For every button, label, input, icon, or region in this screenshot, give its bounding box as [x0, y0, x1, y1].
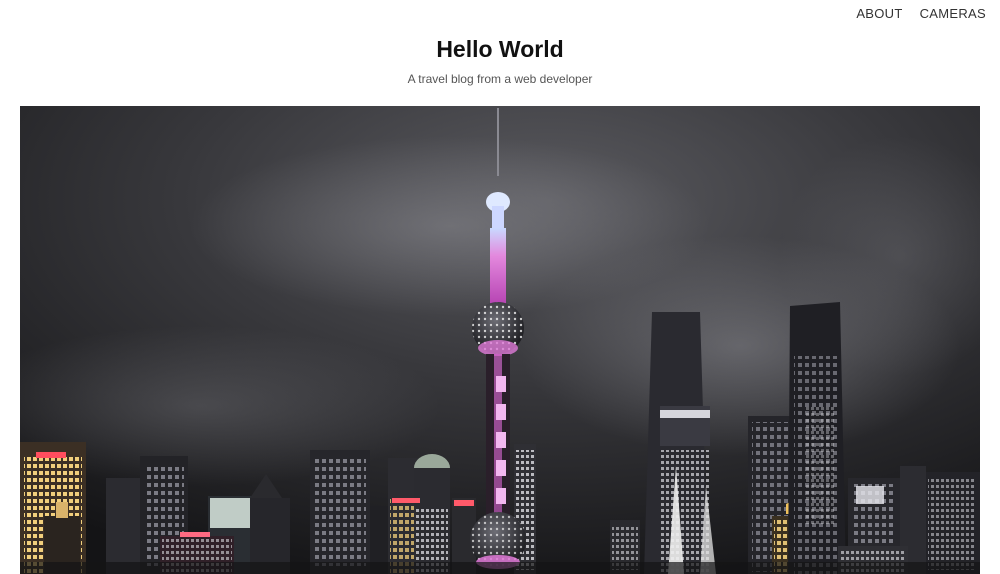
- site-subtitle: A travel blog from a web developer: [407, 72, 593, 86]
- nav-link-about[interactable]: ABOUT: [856, 6, 902, 21]
- nav-link-cameras[interactable]: CAMERAS: [920, 6, 986, 21]
- hero-photo: [20, 106, 980, 574]
- city-skyline-night-photo-icon: [20, 106, 980, 574]
- top-nav: ABOUT CAMERAS: [856, 6, 986, 21]
- site-title: Hello World: [436, 36, 564, 62]
